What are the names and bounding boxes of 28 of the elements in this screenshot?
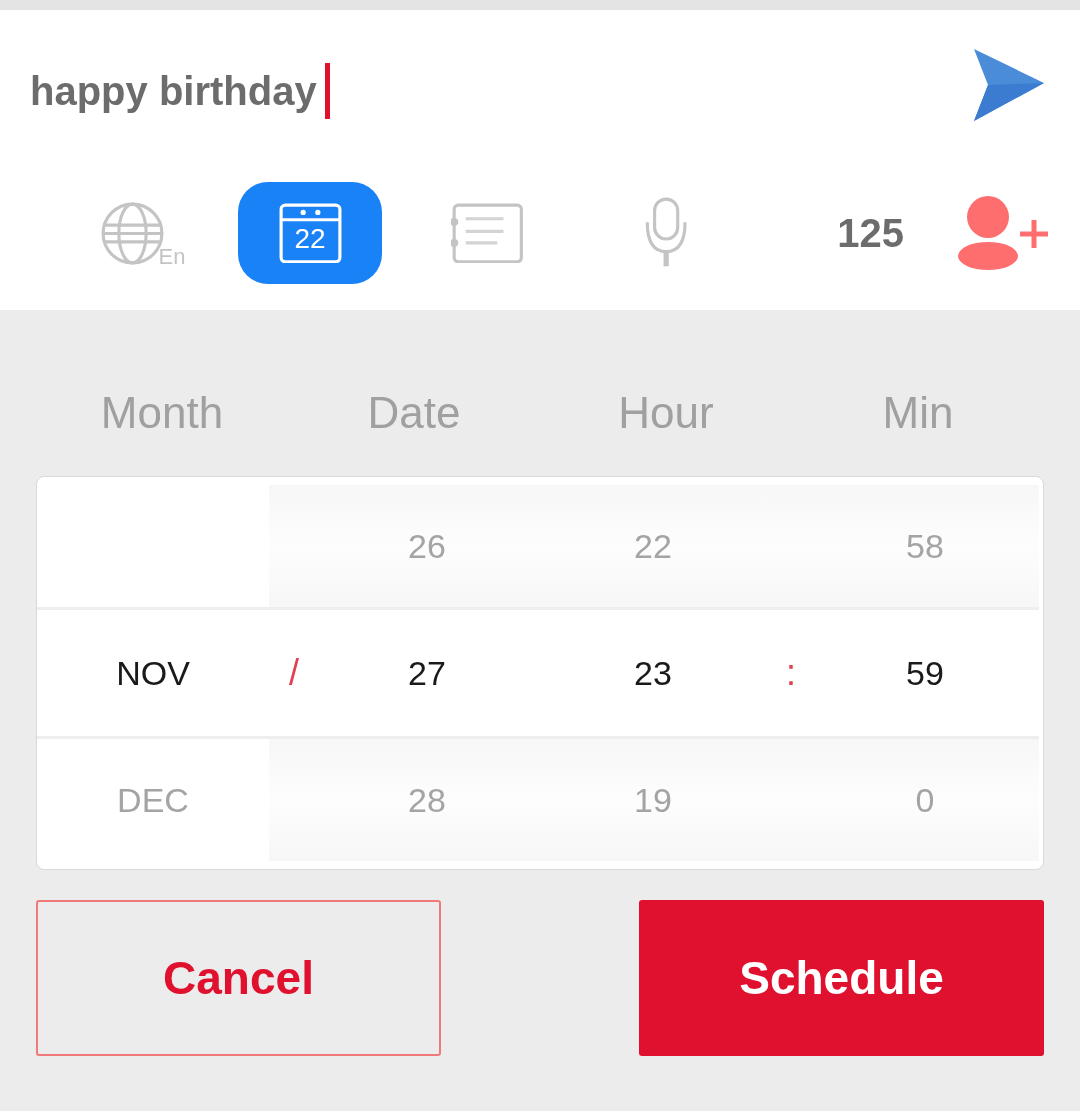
tool-button[interactable]: 22: [238, 182, 382, 284]
calendar-icon: [278, 202, 342, 264]
minute-value[interactable]: 59: [906, 653, 944, 693]
notes-icon: [451, 202, 525, 264]
time-separator: :: [786, 652, 796, 694]
date-value[interactable]: 27: [408, 653, 446, 693]
date-value[interactable]: 26: [408, 526, 446, 566]
month-value[interactable]: NOV: [116, 653, 190, 693]
date-value[interactable]: 28: [408, 780, 446, 820]
column-header: Month: [99, 388, 225, 438]
hour-value[interactable]: 22: [634, 526, 672, 566]
character-count: 125: [837, 210, 904, 256]
send-icon[interactable]: [974, 49, 1044, 121]
cancel-button[interactable]: Cancel: [36, 900, 441, 1056]
add-contact-icon[interactable]: [958, 195, 1050, 271]
minute-value[interactable]: 0: [915, 780, 935, 820]
month-value[interactable]: DEC: [117, 780, 189, 820]
message-field[interactable]: happy birthday: [30, 61, 330, 121]
column-header: Hour: [617, 388, 715, 438]
hour-value[interactable]: 19: [634, 780, 672, 820]
column-header: Min: [881, 388, 955, 438]
hour-value[interactable]: 23: [634, 653, 672, 693]
language-label: En: [158, 243, 186, 270]
day-number: 22: [294, 224, 326, 253]
date-separator: /: [289, 652, 299, 694]
schedule-button[interactable]: Schedule: [639, 900, 1044, 1056]
minute-value[interactable]: 58: [906, 526, 944, 566]
column-header: Date: [366, 388, 462, 438]
